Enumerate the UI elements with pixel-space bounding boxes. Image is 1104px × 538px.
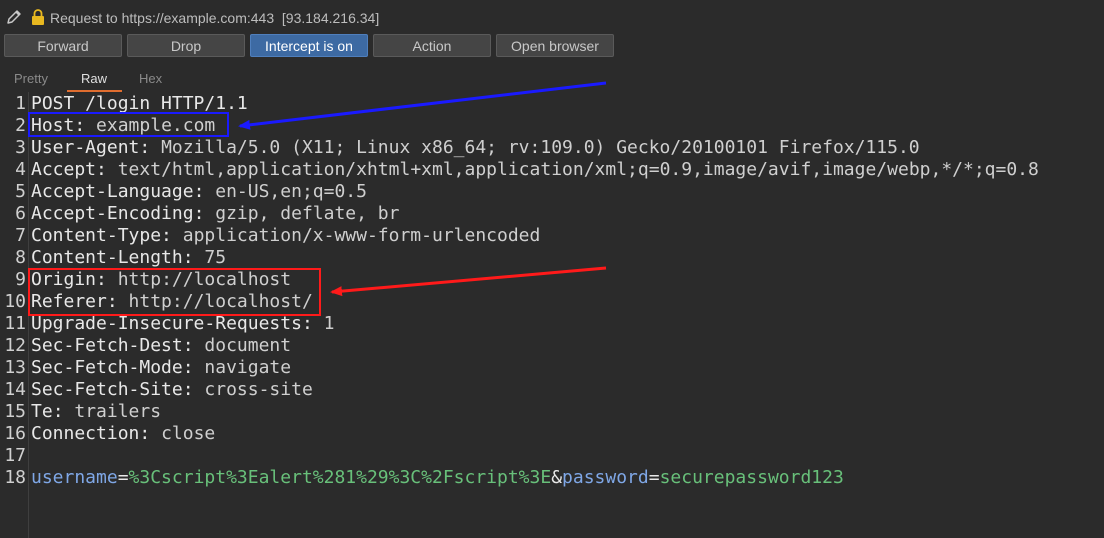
annotation-arrows — [238, 81, 607, 297]
red-arrow — [330, 266, 607, 297]
blue-arrow — [238, 81, 607, 130]
